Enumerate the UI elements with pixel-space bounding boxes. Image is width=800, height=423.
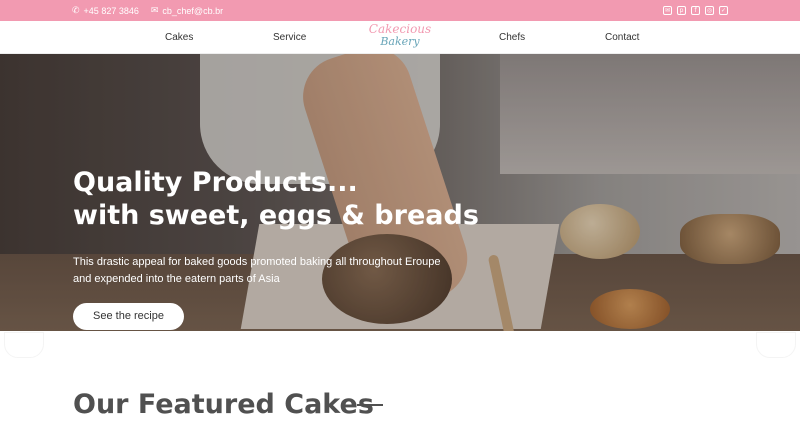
hero-title: Quality Products... with sweet, eggs & b…	[73, 166, 479, 232]
phone-number: +45 827 3846	[83, 5, 139, 16]
email-item[interactable]: ✉ cb_chef@cb.br	[151, 5, 223, 16]
social-links: ✉ p f ◎ ✓	[663, 6, 728, 15]
nav-link-contact[interactable]: Contact	[605, 21, 639, 54]
top-bar: ✆ +45 827 3846 ✉ cb_chef@cb.br ✉ p f ◎ ✓	[0, 0, 800, 21]
nav-link-cakes[interactable]: Cakes	[165, 21, 193, 54]
cupcake-decoration-left	[4, 332, 44, 358]
featured-cakes-title: Our Featured Cakes	[73, 389, 374, 420]
see-recipe-button[interactable]: See the recipe	[73, 303, 184, 330]
twitter-icon[interactable]: ✓	[719, 6, 728, 15]
pinterest-icon[interactable]: p	[677, 6, 686, 15]
phone-item[interactable]: ✆ +45 827 3846	[72, 5, 139, 16]
facebook-icon[interactable]: f	[691, 6, 700, 15]
title-underline	[357, 404, 383, 406]
phone-icon: ✆	[72, 5, 80, 15]
instagram-icon[interactable]: ◎	[705, 6, 714, 15]
logo[interactable]: Cakecious Bakery	[360, 23, 440, 47]
hero-title-line-1: Quality Products...	[73, 167, 358, 198]
cupcake-decoration-right	[756, 332, 796, 358]
hero-title-line-2: with sweet, eggs & breads	[73, 200, 479, 231]
mail-icon: ✉	[150, 5, 159, 15]
logo-line-1: Cakecious	[368, 22, 432, 36]
logo-line-2: Bakery	[380, 35, 420, 48]
hero-description: This drastic appeal for baked goods prom…	[73, 256, 441, 285]
main-nav: Cakes Service Cakecious Bakery Chefs Con…	[0, 21, 800, 54]
email-icon[interactable]: ✉	[663, 6, 672, 15]
nav-link-service[interactable]: Service	[273, 21, 306, 54]
contact-info: ✆ +45 827 3846 ✉ cb_chef@cb.br	[72, 5, 223, 16]
hero-section: Quality Products... with sweet, eggs & b…	[0, 54, 800, 331]
email-address: cb_chef@cb.br	[162, 5, 224, 16]
nav-link-chefs[interactable]: Chefs	[499, 21, 525, 54]
